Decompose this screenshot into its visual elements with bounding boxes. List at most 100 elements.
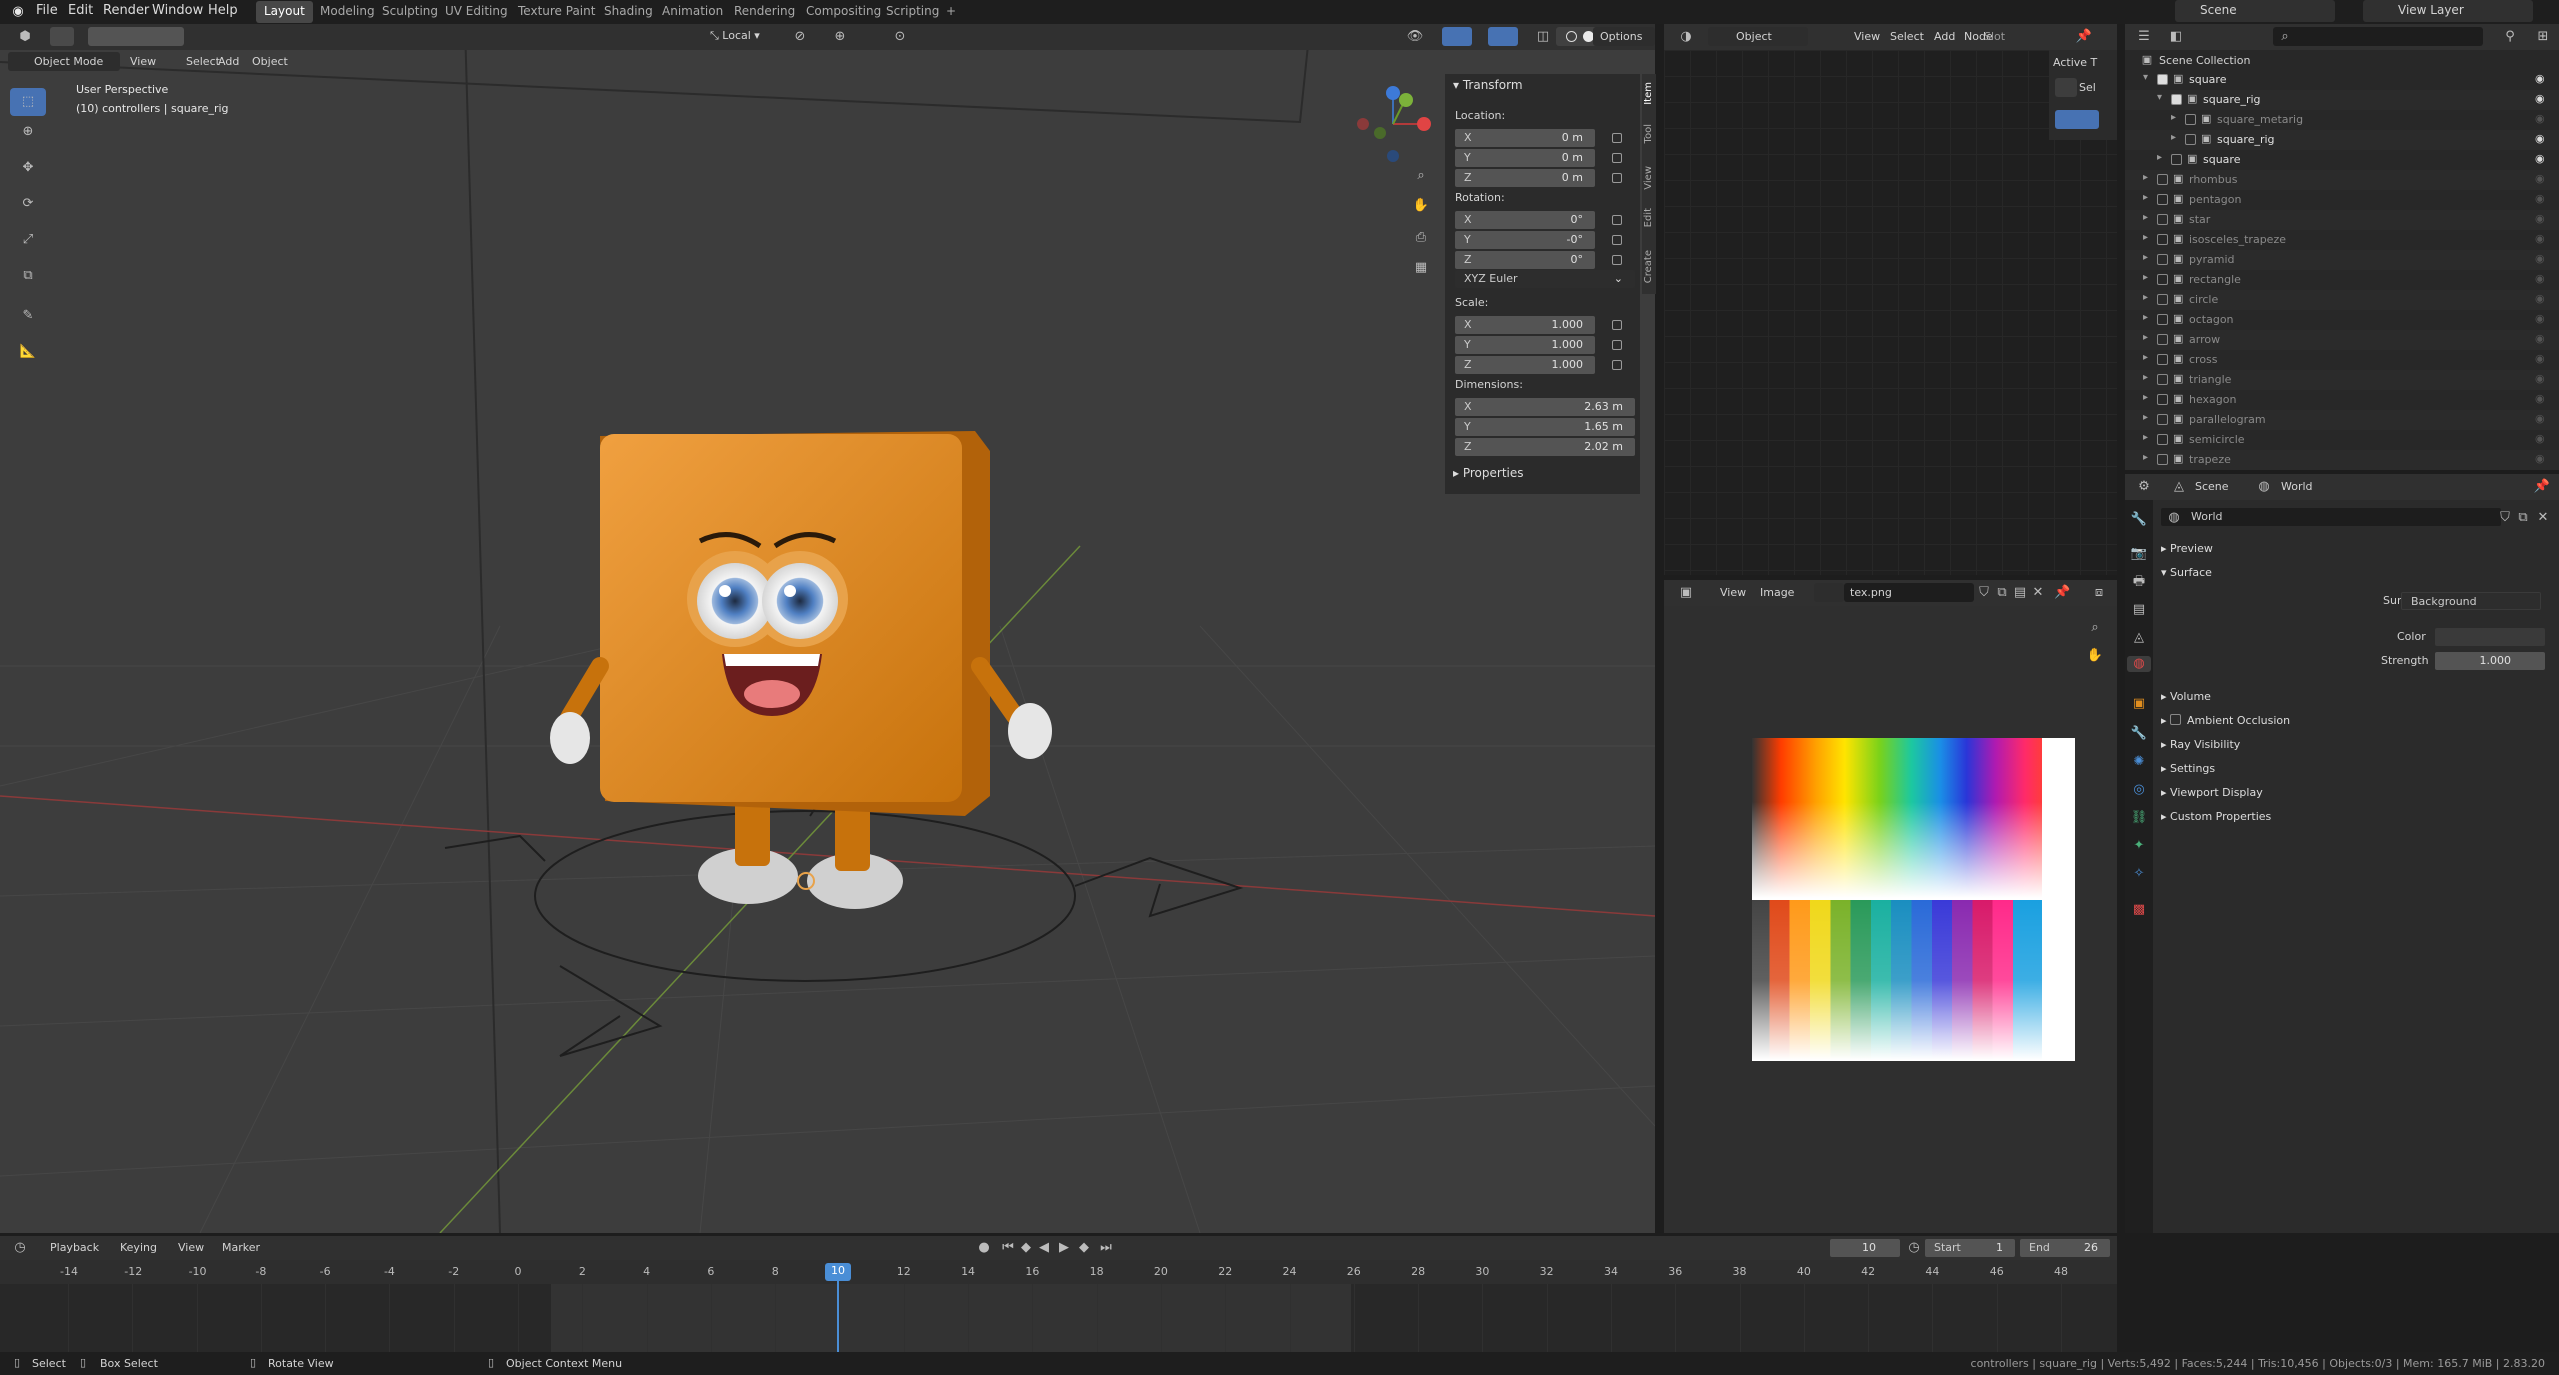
- pivot-icon[interactable]: ⊘: [790, 29, 810, 45]
- tab-modeling[interactable]: Modeling: [312, 1, 383, 23]
- timeline-menu-playback[interactable]: Playback: [50, 1241, 99, 1254]
- exclude-checkbox[interactable]: [2171, 94, 2182, 105]
- scale-icon[interactable]: ⤢: [10, 232, 46, 248]
- navigation-gizmo[interactable]: [1357, 86, 1431, 162]
- exclude-checkbox[interactable]: [2157, 354, 2168, 365]
- transform-orientation[interactable]: ⤡ Local ▾: [710, 29, 760, 43]
- snap-icon[interactable]: ⊕: [830, 29, 850, 45]
- expand-arrow-icon[interactable]: ▸: [2143, 252, 2148, 263]
- eye-icon[interactable]: ◉: [2535, 392, 2545, 405]
- data-tab-icon[interactable]: ✦: [2129, 838, 2149, 854]
- exclude-checkbox[interactable]: [2185, 114, 2196, 125]
- select-mode-icons[interactable]: [2055, 110, 2099, 129]
- eye-icon[interactable]: ◉: [2535, 332, 2545, 345]
- blender-logo-icon[interactable]: ◉: [10, 4, 26, 20]
- transform-icon[interactable]: ⧉: [10, 268, 46, 284]
- select-mode-button[interactable]: [50, 27, 74, 46]
- pin-icon-3[interactable]: 📌: [2533, 479, 2551, 495]
- tab-layout[interactable]: Layout: [256, 1, 313, 23]
- pan-icon[interactable]: ✋: [1410, 198, 1432, 214]
- world-tab-icon[interactable]: ◍: [2127, 656, 2151, 672]
- playhead-line[interactable]: [837, 1274, 839, 1352]
- scale-y-field[interactable]: Y 1.000: [1455, 336, 1595, 354]
- move-icon[interactable]: ✥: [10, 160, 46, 176]
- editor-type-icon-2[interactable]: ◑: [1674, 29, 1698, 45]
- rotation-y-lock-icon[interactable]: [1612, 235, 1622, 245]
- exclude-checkbox[interactable]: [2157, 334, 2168, 345]
- overlay-toggle[interactable]: [1488, 27, 1518, 46]
- image-menu-image[interactable]: Image: [1760, 586, 1794, 599]
- current-frame-field[interactable]: 10: [1830, 1239, 1900, 1257]
- ao-checkbox[interactable]: [2170, 714, 2182, 725]
- tab-sculpting[interactable]: Sculpting: [374, 1, 446, 23]
- outliner-item-rectangle[interactable]: ▸ ▣ rectangle ◉: [2125, 270, 2559, 290]
- image-editor-type-icon[interactable]: ▣: [1674, 585, 1698, 601]
- exclude-checkbox[interactable]: [2185, 134, 2196, 145]
- exclude-checkbox[interactable]: [2157, 194, 2168, 205]
- scale-z-lock-icon[interactable]: [1612, 360, 1622, 370]
- pin-icon[interactable]: 📌: [2074, 29, 2094, 45]
- tab-shading[interactable]: Shading: [596, 1, 661, 23]
- particles-tab-icon[interactable]: ✺: [2129, 754, 2149, 770]
- record-icon[interactable]: ●: [976, 1240, 992, 1256]
- view-icon[interactable]: ⧈: [2089, 585, 2109, 601]
- properties-panel-header[interactable]: ▸ Properties: [1453, 466, 1524, 480]
- breadcrumb-scene[interactable]: Scene: [2195, 480, 2229, 493]
- eye-icon[interactable]: ◉: [2535, 152, 2545, 165]
- fake-user-icon[interactable]: ⛉: [2497, 510, 2513, 526]
- menu-file[interactable]: File: [36, 3, 58, 18]
- exclude-checkbox[interactable]: [2171, 154, 2182, 165]
- physics-tab-icon[interactable]: ◎: [2129, 782, 2149, 798]
- dimensions-y-field[interactable]: Y 1.65 m: [1455, 418, 1635, 436]
- node-menu-view[interactable]: View: [1854, 30, 1880, 43]
- eye-icon[interactable]: ◉: [2535, 232, 2545, 245]
- sidebar-tab-tool[interactable]: Tool: [1643, 124, 1654, 143]
- eye-icon[interactable]: ◉: [2535, 212, 2545, 225]
- location-z-lock-icon[interactable]: [1612, 173, 1622, 183]
- outliner-item-isosceles_trapeze[interactable]: ▸ ▣ isosceles_trapeze ◉: [2125, 230, 2559, 250]
- outliner-item-pentagon[interactable]: ▸ ▣ pentagon ◉: [2125, 190, 2559, 210]
- zoom-icon[interactable]: ⌕: [1410, 168, 1432, 184]
- outliner-item-semicircle[interactable]: ▸ ▣ semicircle ◉: [2125, 430, 2559, 450]
- node-menu-add[interactable]: Add: [1934, 30, 1955, 43]
- location-z-field[interactable]: Z 0 m: [1455, 169, 1595, 187]
- eye-icon[interactable]: ◉: [2535, 172, 2545, 185]
- exclude-checkbox[interactable]: [2157, 294, 2168, 305]
- outliner-item-square[interactable]: ▸ ▣ square ◉: [2125, 150, 2559, 170]
- expand-arrow-icon[interactable]: ▸: [2143, 212, 2148, 223]
- camera-icon[interactable]: ⎙: [1410, 230, 1432, 246]
- eye-icon[interactable]: ◉: [2535, 292, 2545, 305]
- menu-render[interactable]: Render: [103, 3, 149, 18]
- location-y-lock-icon[interactable]: [1612, 153, 1622, 163]
- timeline-menu-marker[interactable]: Marker: [222, 1241, 260, 1254]
- folder-icon[interactable]: ▤: [2012, 585, 2028, 601]
- eye-icon[interactable]: ◉: [2535, 272, 2545, 285]
- location-y-field[interactable]: Y 0 m: [1455, 149, 1595, 167]
- select-box-icon[interactable]: ⬚: [10, 88, 46, 116]
- tool-tab-icon[interactable]: 🔧: [2129, 512, 2149, 528]
- tab-texture-paint[interactable]: Texture Paint: [510, 1, 603, 23]
- eye-icon[interactable]: ◉: [2535, 432, 2545, 445]
- expand-arrow-icon[interactable]: ▾: [2143, 72, 2148, 83]
- perspective-grid-icon[interactable]: ▦: [1410, 260, 1432, 276]
- tab-animation[interactable]: Animation: [654, 1, 731, 23]
- rotation-y-field[interactable]: Y -0°: [1455, 231, 1595, 249]
- expand-arrow-icon[interactable]: ▾: [2157, 92, 2162, 103]
- surface-panel[interactable]: ▾ Surface: [2161, 566, 2212, 579]
- eye-icon[interactable]: ◉: [2535, 92, 2545, 105]
- eye-icon[interactable]: ◉: [2535, 112, 2545, 125]
- outliner-item-trapeze[interactable]: ▸ ▣ trapeze ◉: [2125, 450, 2559, 470]
- object-tab-icon[interactable]: ▣: [2129, 696, 2149, 712]
- gizmo-toggle[interactable]: [1442, 27, 1472, 46]
- node-menu-select[interactable]: Select: [1890, 30, 1924, 43]
- panel-volume[interactable]: ▸ Volume: [2161, 690, 2211, 703]
- unlink-world-icon[interactable]: ✕: [2535, 510, 2551, 526]
- output-tab-icon[interactable]: 🖶: [2129, 574, 2149, 590]
- expand-arrow-icon[interactable]: ▸: [2143, 312, 2148, 323]
- exclude-checkbox[interactable]: [2157, 214, 2168, 225]
- image-menu-view[interactable]: View: [1720, 586, 1746, 599]
- eye-icon[interactable]: ◉: [2535, 352, 2545, 365]
- exclude-checkbox[interactable]: [2157, 174, 2168, 185]
- bone-tab-icon[interactable]: ✧: [2129, 866, 2149, 882]
- outliner-item-triangle[interactable]: ▸ ▣ triangle ◉: [2125, 370, 2559, 390]
